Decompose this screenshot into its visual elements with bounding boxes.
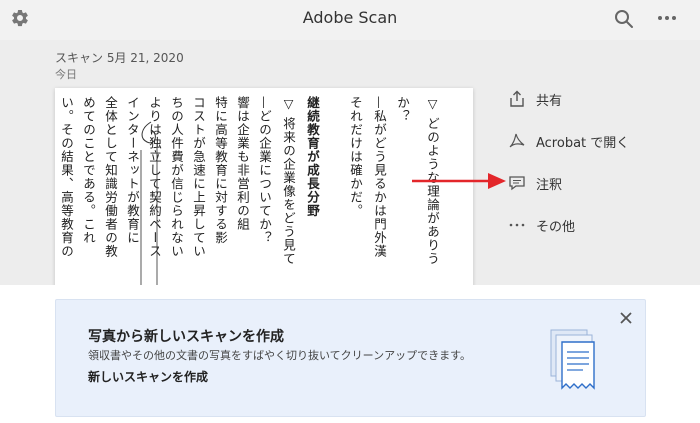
- acrobat-icon: [509, 133, 525, 148]
- more-icon: [509, 223, 525, 227]
- doc-text-column: ちの人件費が信じられない: [169, 96, 184, 258]
- receipt-scan-icon: [550, 329, 595, 390]
- share-icon: [510, 90, 524, 107]
- app-title: Adobe Scan: [302, 8, 398, 27]
- create-new-scan-link[interactable]: 新しいスキャンを作成: [88, 368, 208, 385]
- action-more-label: その他: [536, 219, 576, 235]
- doc-text-column: めてのことである。これ: [81, 96, 96, 245]
- action-comment[interactable]: 注釈: [508, 172, 562, 194]
- doc-text-column: 全体として知識労働者の教: [103, 96, 118, 258]
- doc-text-column: それだけは確かだ。: [348, 96, 363, 218]
- more-horizontal-icon[interactable]: [655, 8, 679, 28]
- doc-text-column: ▽ 将来の企業像をどう見て: [281, 96, 296, 266]
- doc-text-column: コストが急速に上昇してい: [191, 96, 206, 258]
- new-scan-banner: 写真から新しいスキャンを作成 領収書やその他の文書の写真をすばやく切り抜いてクリ…: [55, 299, 646, 417]
- doc-text-column: —どの企業についてか？: [257, 96, 272, 245]
- action-open-in-acrobat-label: Acrobat で開く: [536, 135, 630, 151]
- doc-text-column: 特に高等教育に対する影: [213, 96, 228, 245]
- handwritten-underline-mark: [140, 121, 158, 285]
- doc-text-column: い。その結果、高等教育の: [59, 96, 74, 258]
- search-icon[interactable]: [612, 7, 636, 31]
- doc-text-column: 響は企業も非営利の組: [235, 96, 250, 231]
- action-open-in-acrobat[interactable]: Acrobat で開く: [508, 130, 629, 152]
- scan-document-preview[interactable]: ▽ どのような理論がありう か？ —私がどう見るかは門外漢 それだけは確かだ。 …: [55, 88, 473, 285]
- annotation-arrow: [412, 173, 506, 189]
- action-share[interactable]: 共有: [508, 88, 562, 110]
- action-more[interactable]: その他: [508, 214, 575, 236]
- doc-heading-column: 継続教育が成長分野: [305, 96, 320, 218]
- scan-date-label: 今日: [55, 68, 77, 81]
- top-bar: Adobe Scan: [0, 0, 700, 40]
- scan-title: スキャン 5月 21, 2020: [55, 51, 184, 65]
- banner-description: 領収書やその他の文書の写真をすばやく切り抜いてクリーンアップできます。: [88, 349, 472, 362]
- action-comment-label: 注釈: [536, 177, 563, 193]
- doc-text-column: —私がどう見るかは門外漢: [372, 96, 387, 258]
- banner-title: 写真から新しいスキャンを作成: [88, 329, 284, 345]
- scan-content-area: スキャン 5月 21, 2020 今日 ▽ どのような理論がありう か？ —私が…: [0, 40, 700, 285]
- action-share-label: 共有: [536, 93, 563, 109]
- doc-text-column: か？: [395, 96, 410, 123]
- comment-icon: [509, 176, 525, 191]
- close-icon[interactable]: [616, 308, 636, 328]
